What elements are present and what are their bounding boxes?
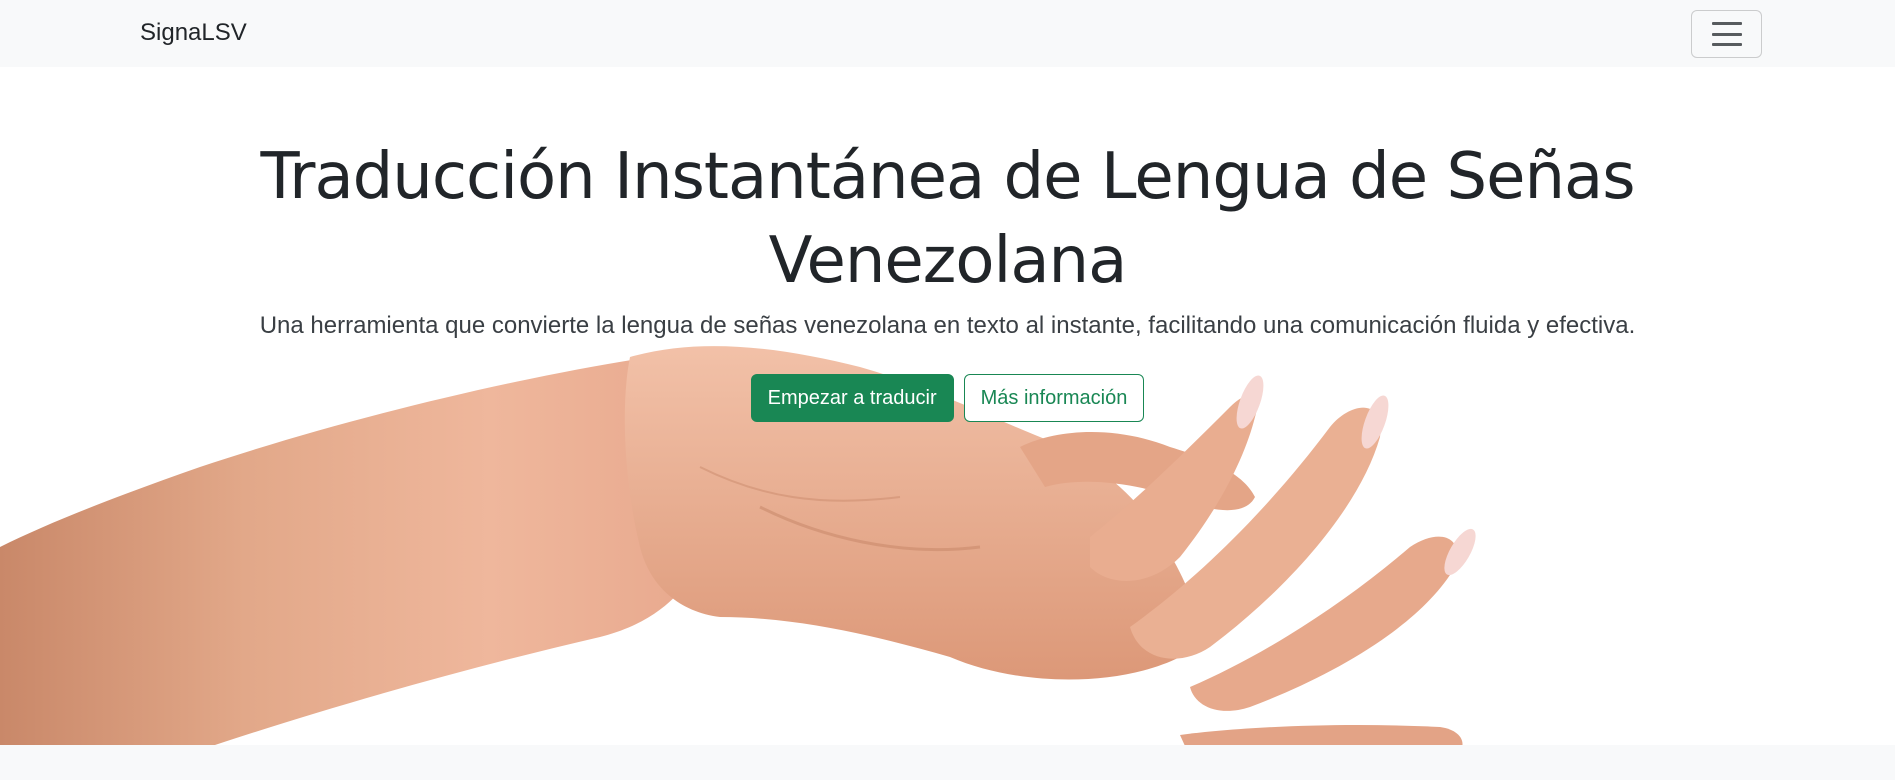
navbar: SignaLSV [0, 0, 1895, 67]
hero-section: Traducción Instantánea de Lengua de Seña… [0, 67, 1895, 745]
hamburger-menu-icon [1711, 22, 1742, 46]
more-info-button[interactable]: Más información [963, 374, 1145, 422]
start-translating-button[interactable]: Empezar a traducir [750, 374, 954, 422]
hero-lead: Una herramienta que convierte la lengua … [259, 312, 1636, 339]
navbar-toggler-button[interactable] [1691, 10, 1762, 58]
hero-title: Traducción Instantánea de Lengua de Seña… [260, 140, 1635, 298]
hero-button-group: Empezar a traducir Más información [0, 374, 1895, 422]
brand-link[interactable]: SignaLSV [140, 18, 247, 48]
section-divider [0, 745, 1895, 780]
